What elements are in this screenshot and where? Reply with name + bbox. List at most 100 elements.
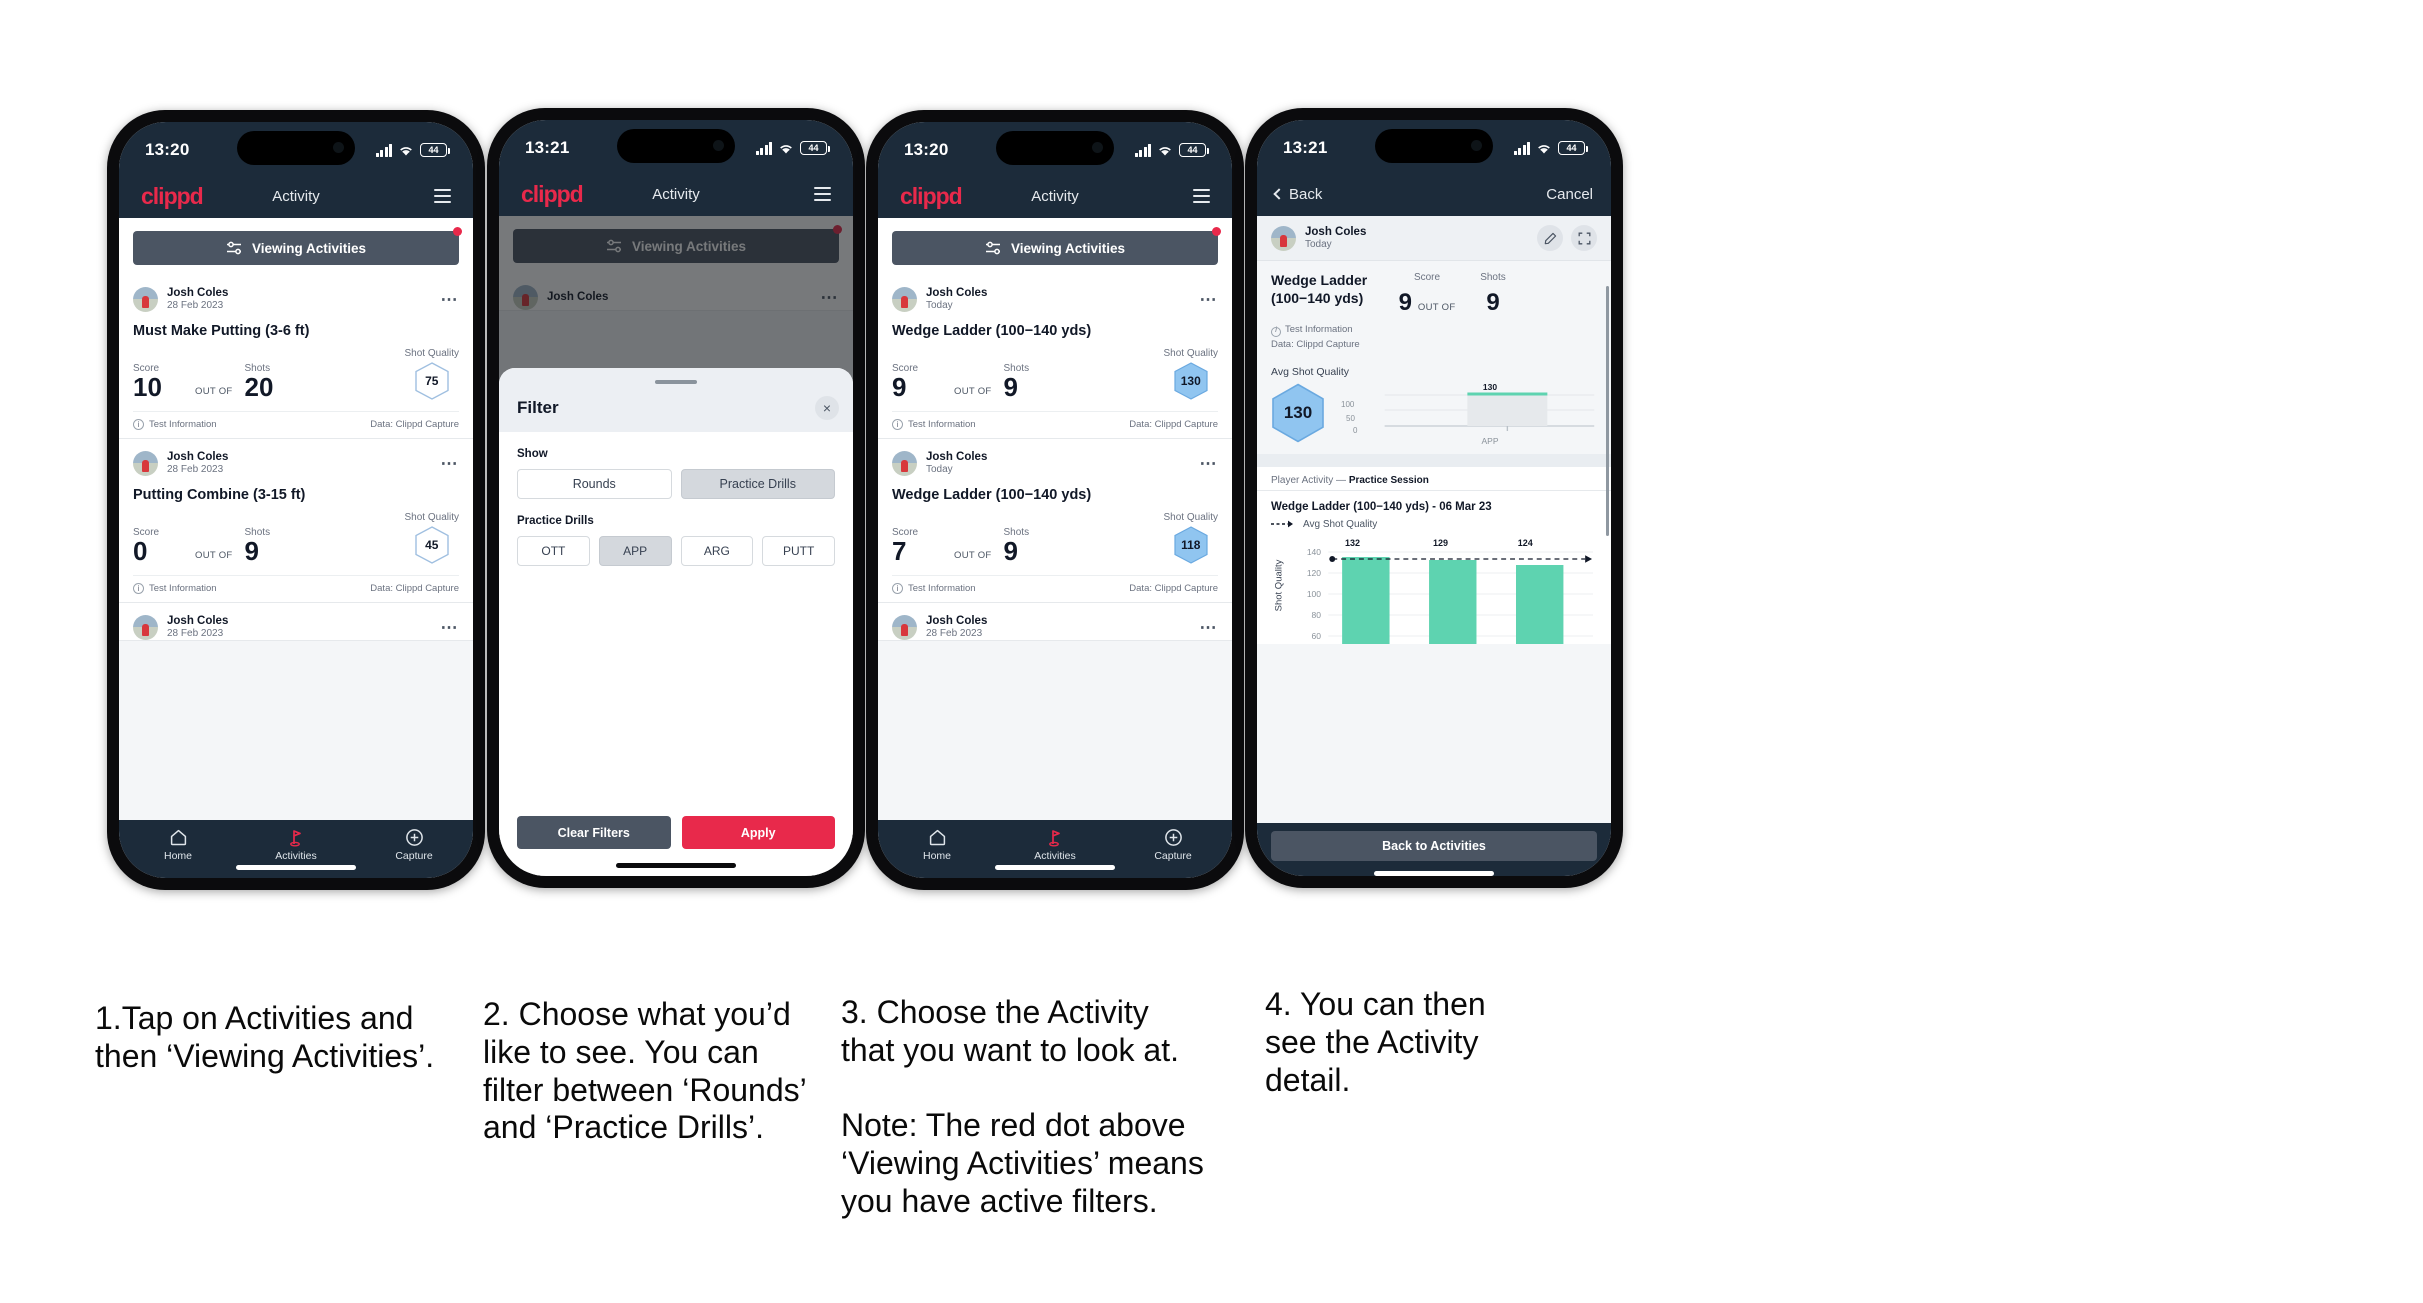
card-menu-icon[interactable]: ⋯: [1200, 291, 1219, 308]
home-indicator: [236, 865, 356, 870]
drill-chip-arg[interactable]: ARG: [680, 536, 754, 566]
clear-filters-button[interactable]: Clear Filters: [517, 816, 671, 849]
activity-detail: Josh Coles Today Wedge Ladder (100−140 y…: [1257, 216, 1611, 823]
tab-activities[interactable]: Activities: [237, 827, 355, 862]
detail-title: Wedge Ladder (100−140 yds): [1271, 272, 1368, 306]
pencil-icon[interactable]: [1537, 225, 1563, 251]
tab-capture[interactable]: Capture: [1114, 827, 1232, 862]
info-icon: i: [892, 583, 903, 594]
battery-icon: 44: [420, 143, 450, 157]
card-date: Today: [926, 300, 953, 312]
show-option-rounds[interactable]: Rounds: [517, 469, 672, 499]
score-value: 7: [892, 536, 907, 566]
back-button[interactable]: Back: [1273, 186, 1322, 203]
activity-card[interactable]: Josh Coles Today ⋯ Wedge Ladder (100−140…: [878, 275, 1232, 439]
player-activity-value: Practice Session: [1348, 474, 1429, 486]
activity-card-partial[interactable]: Josh Coles 28 Feb 2023 ⋯: [119, 603, 473, 641]
shot-quality-label: Shot Quality: [404, 512, 459, 523]
expand-icon[interactable]: [1571, 225, 1597, 251]
viewing-activities-label: Viewing Activities: [1010, 240, 1126, 256]
avatar: [133, 287, 158, 312]
data-source-label: Data: Clippd Capture: [1129, 419, 1218, 430]
signal-icon: [375, 143, 392, 157]
menu-icon[interactable]: [434, 189, 451, 203]
activity-card-partial[interactable]: Josh Coles 28 Feb 2023 ⋯: [878, 603, 1232, 641]
card-menu-icon[interactable]: ⋯: [441, 619, 460, 636]
battery-icon: 44: [1179, 143, 1209, 157]
drag-handle[interactable]: [655, 380, 697, 384]
status-bar: 13:21 44: [1257, 120, 1611, 172]
menu-icon[interactable]: [1193, 189, 1210, 203]
status-bar: 13:20 44: [119, 122, 473, 174]
filter-sheet-footer: Clear Filters Apply: [499, 816, 853, 863]
avg-shot-quality-value: 130: [1283, 402, 1313, 422]
detail-date: Today: [1305, 238, 1332, 250]
filter-sheet: Filter × Show Rounds Practice Drills Pra…: [499, 368, 853, 876]
filter-sheet-body: Show Rounds Practice Drills Practice Dri…: [499, 432, 853, 816]
brand-logo: clippd: [521, 180, 584, 207]
drill-chip-putt[interactable]: PUTT: [762, 536, 835, 566]
shots-value: 9: [244, 536, 259, 566]
card-menu-icon[interactable]: ⋯: [1200, 455, 1219, 472]
home-indicator: [1374, 871, 1494, 876]
avg-shot-quality-badge: 130: [1271, 383, 1325, 443]
plus-circle-icon: [1114, 827, 1232, 848]
tab-home[interactable]: Home: [878, 827, 996, 862]
tab-activities[interactable]: Activities: [996, 827, 1114, 862]
activity-card[interactable]: Josh Coles 28 Feb 2023 ⋯ Putting Combine…: [119, 439, 473, 603]
wifi-icon: [398, 144, 414, 157]
apply-button[interactable]: Apply: [681, 816, 835, 849]
tab-home[interactable]: Home: [119, 827, 237, 862]
score-value: 0: [133, 536, 148, 566]
tutorial-board: 13:20 44 clippd Activity Viewing Activit…: [0, 0, 2423, 1303]
battery-icon: 44: [800, 141, 830, 155]
brand-logo: clippd: [141, 182, 204, 209]
caption-step-4: 4. You can then see the Activity detail.: [1265, 986, 1486, 1098]
activity-card[interactable]: Josh Coles Today ⋯ Wedge Ladder (100−140…: [878, 439, 1232, 603]
scrollbar[interactable]: [1606, 286, 1609, 536]
avatar: [133, 451, 158, 476]
show-options: Rounds Practice Drills: [517, 469, 835, 499]
card-menu-icon[interactable]: ⋯: [441, 455, 460, 472]
mini-chart-ytick-50: 50: [1346, 413, 1355, 423]
card-menu-icon[interactable]: ⋯: [1200, 619, 1219, 636]
card-menu-icon[interactable]: ⋯: [441, 291, 460, 308]
drill-chip-app[interactable]: APP: [598, 536, 672, 566]
out-of-label: OUT OF: [954, 386, 992, 397]
tab-activities-label: Activities: [1034, 850, 1076, 862]
menu-icon[interactable]: [814, 187, 831, 201]
tab-capture-label: Capture: [395, 850, 433, 862]
dashed-line-legend-icon: [1271, 520, 1293, 528]
avatar: [133, 615, 158, 640]
tab-capture[interactable]: Capture: [355, 827, 473, 862]
viewing-activities-button[interactable]: Viewing Activities: [133, 231, 459, 265]
activity-card[interactable]: Josh Coles 28 Feb 2023 ⋯ Must Make Putti…: [119, 275, 473, 439]
viewing-activities-button[interactable]: Viewing Activities: [892, 231, 1218, 265]
home-icon: [119, 827, 237, 848]
signal-icon: [755, 141, 772, 155]
brand-logo: clippd: [900, 182, 963, 209]
filter-sliders-icon: [226, 241, 243, 255]
drill-chip-ott[interactable]: OTT: [517, 536, 590, 566]
mini-chart-xtick-app: APP: [1481, 435, 1499, 446]
close-icon[interactable]: ×: [815, 396, 839, 420]
out-of-label: OUT OF: [195, 386, 233, 397]
battery-level: 44: [1566, 142, 1577, 153]
wifi-icon: [778, 142, 794, 155]
shot-quality-value: 118: [1181, 538, 1201, 552]
status-time: 13:21: [525, 138, 570, 157]
show-option-practice-drills[interactable]: Practice Drills: [680, 469, 835, 499]
cancel-button[interactable]: Cancel: [1546, 186, 1593, 203]
viewing-activities-container: Viewing Activities: [878, 218, 1232, 275]
card-date: 28 Feb 2023: [167, 300, 224, 312]
mini-chart-ytick-0: 0: [1353, 425, 1358, 435]
home-indicator: [995, 865, 1115, 870]
test-information-label: Test Information: [149, 583, 217, 594]
battery-level: 44: [428, 144, 439, 155]
back-to-activities-button[interactable]: Back to Activities: [1271, 831, 1597, 861]
detail-footer: Back to Activities: [1257, 823, 1611, 876]
battery-icon: 44: [1558, 141, 1588, 155]
avatar: [1271, 225, 1296, 251]
card-user-name: Josh Coles: [167, 615, 229, 628]
ytick-100: 100: [1306, 588, 1321, 599]
